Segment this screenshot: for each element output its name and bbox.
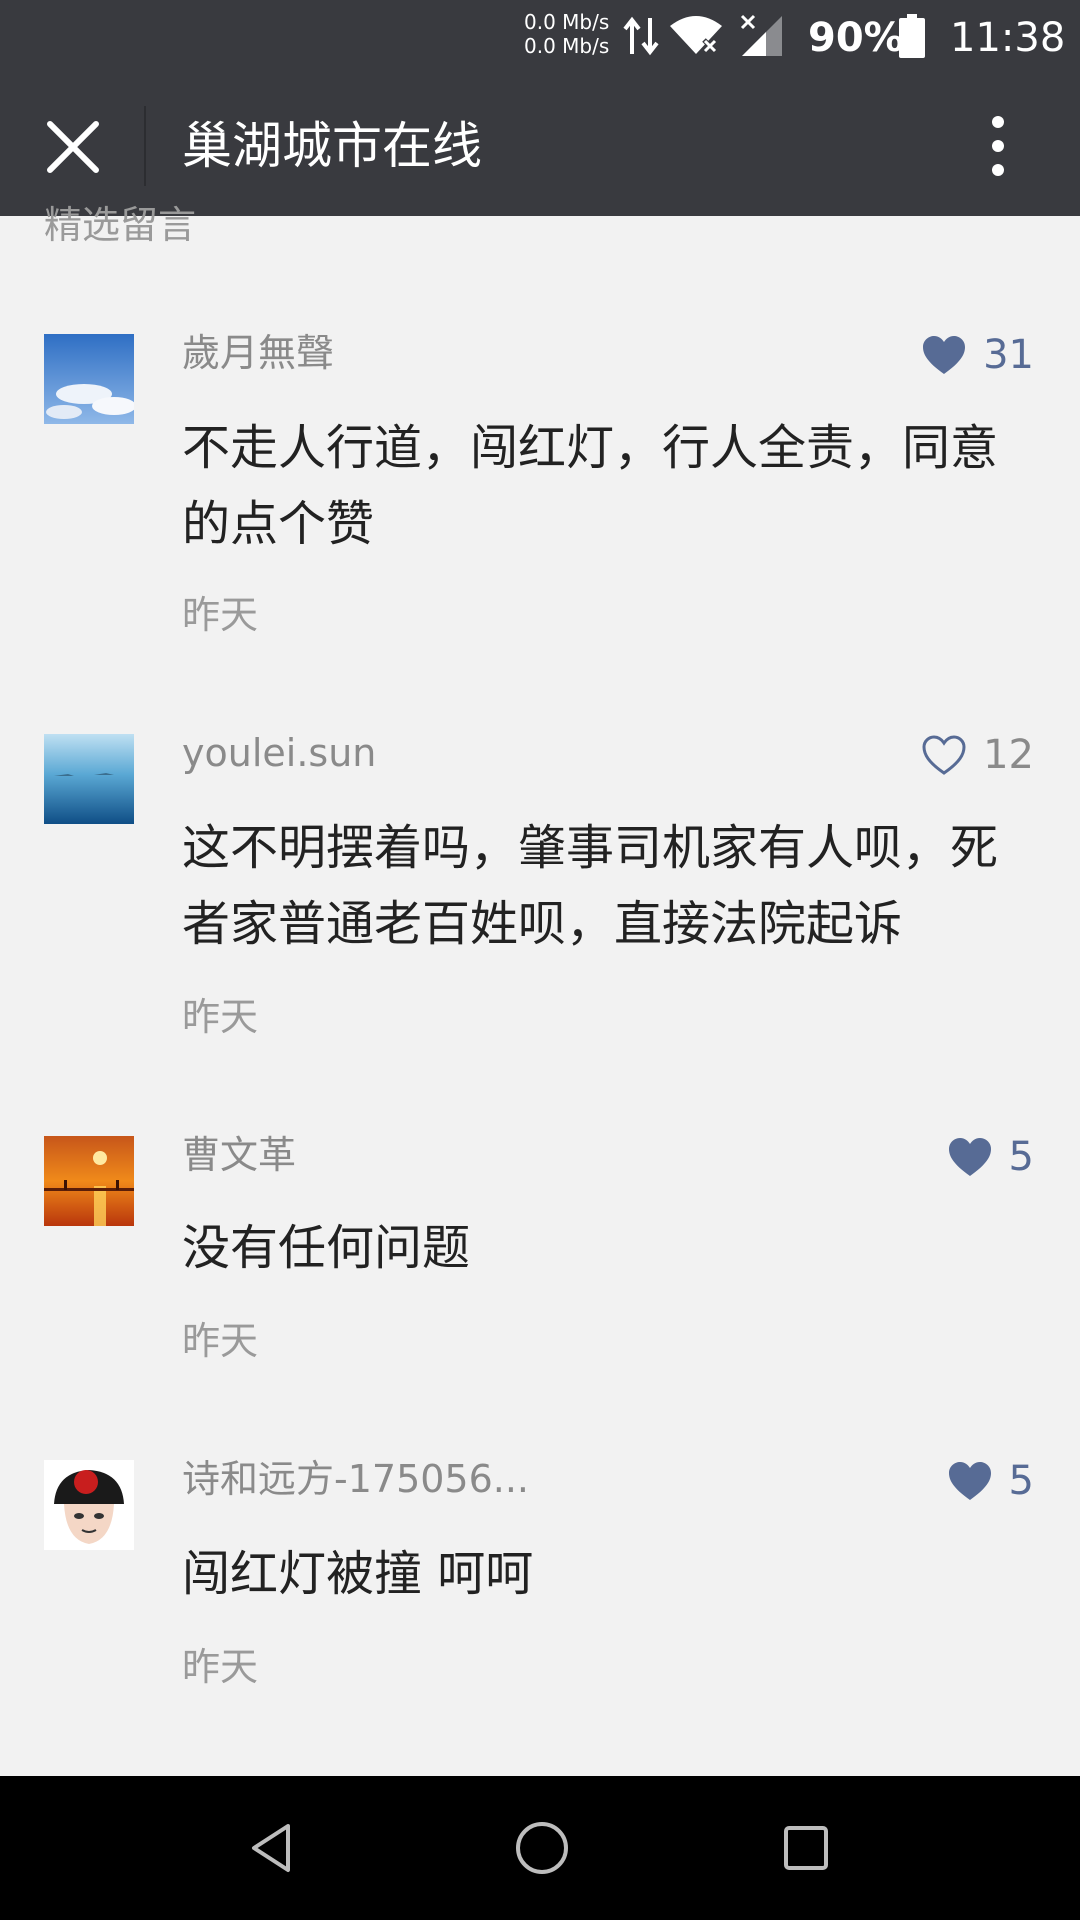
like-count: 12 <box>983 732 1034 778</box>
network-speed: 0.0 Mb/s 0.0 Mb/s <box>524 10 609 58</box>
comment-content: 闯红灯被撞 呵呵 <box>182 1546 534 1602</box>
heart-outline-icon <box>922 735 966 775</box>
network-speed-up: 0.0 Mb/s <box>524 10 610 34</box>
home-icon[interactable] <box>510 1816 574 1880</box>
avatar[interactable] <box>44 1460 134 1550</box>
data-transfer-icon <box>623 16 659 56</box>
heart-filled-icon <box>923 336 966 374</box>
clock: 11:38 <box>950 15 1066 61</box>
comment-content: 不走人行道，闯红灯，行人全责，同意的点个赞 <box>182 420 999 552</box>
comment-content: 这不明摆着吗，肇事司机家有人呗，死者家普通老百姓呗，直接法院起诉 <box>182 820 999 952</box>
network-speed-down: 0.0 Mb/s <box>524 34 610 58</box>
comment-username: 曹文革 <box>182 1133 297 1177</box>
close-icon[interactable] <box>40 114 106 180</box>
recent-apps-icon[interactable] <box>776 1818 836 1878</box>
like-count: 5 <box>1008 1458 1034 1504</box>
battery-icon <box>899 14 925 58</box>
header-divider <box>144 106 146 186</box>
wifi-icon <box>670 16 722 54</box>
system-navigation-bar <box>0 1776 1080 1920</box>
back-icon[interactable] <box>242 1818 302 1878</box>
comment-username: 诗和远方-175056... <box>182 1457 530 1501</box>
heart-filled-icon <box>948 1462 991 1500</box>
like-button[interactable]: 5 <box>947 1132 1034 1182</box>
cell-signal-icon <box>740 14 782 56</box>
like-count: 31 <box>983 332 1034 378</box>
comment-content: 没有任何问题 <box>182 1220 471 1276</box>
avatar[interactable] <box>44 1136 134 1226</box>
comment-time: 昨天 <box>182 1319 259 1363</box>
like-button[interactable]: 31 <box>921 330 1034 380</box>
comment-username: 歲月無聲 <box>182 331 335 375</box>
avatar[interactable] <box>44 734 134 824</box>
avatar[interactable] <box>44 334 134 424</box>
heart-filled-icon <box>948 1138 991 1176</box>
more-vertical-icon[interactable] <box>980 110 1016 182</box>
comment-time: 昨天 <box>182 995 259 1039</box>
comment-username: youlei.sun <box>182 731 377 775</box>
section-title: 精选留言 <box>44 203 197 247</box>
status-bar: 0.0 Mb/s 0.0 Mb/s 90% 11:38 <box>0 0 1080 76</box>
page-title: 巢湖城市在线 <box>182 117 482 175</box>
battery-percent: 90% <box>808 15 904 61</box>
comment-time: 昨天 <box>182 593 259 637</box>
app-header: 巢湖城市在线 <box>0 76 1080 216</box>
like-count: 5 <box>1008 1134 1034 1180</box>
like-button[interactable]: 5 <box>947 1456 1034 1506</box>
comment-time: 昨天 <box>182 1645 259 1689</box>
like-button[interactable]: 12 <box>921 730 1034 780</box>
